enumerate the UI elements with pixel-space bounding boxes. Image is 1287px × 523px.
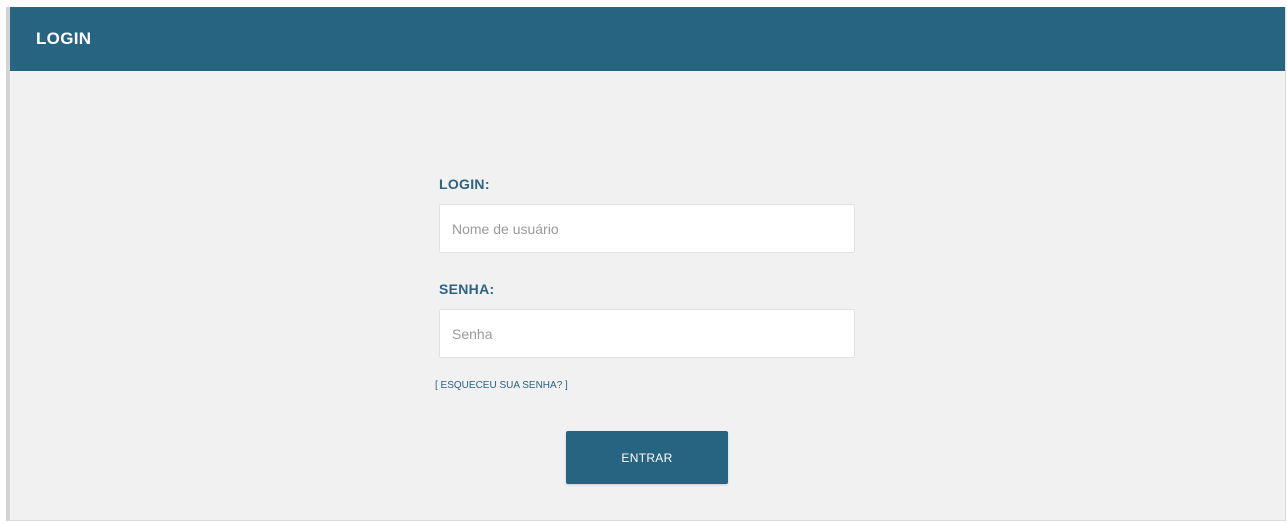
enter-button[interactable]: ENTRAR <box>566 431 728 484</box>
forgot-password-link[interactable]: [ ESQUECEU SUA SENHA? ] <box>435 380 568 391</box>
page-title: LOGIN <box>36 29 92 48</box>
login-label: LOGIN: <box>439 176 490 192</box>
username-input[interactable] <box>439 204 855 253</box>
password-input[interactable] <box>439 309 855 358</box>
login-header: LOGIN <box>10 7 1285 71</box>
password-label: SENHA: <box>439 281 495 297</box>
login-panel: LOGIN LOGIN: SENHA: [ ESQUECEU SUA SENHA… <box>6 7 1286 521</box>
